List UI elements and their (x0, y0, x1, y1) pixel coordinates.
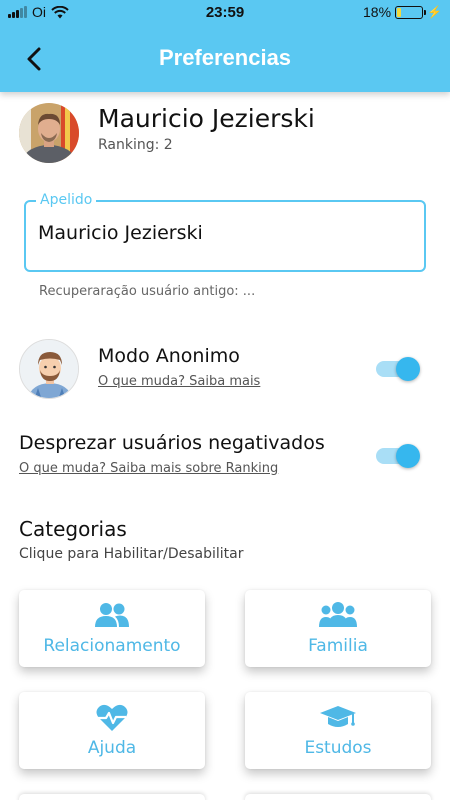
category-card-partial[interactable] (19, 794, 205, 800)
page-title: Preferencias (158, 45, 292, 70)
anonymous-avatar (19, 339, 79, 399)
profile-ranking: Ranking: 2 (98, 137, 173, 153)
nickname-input[interactable] (38, 222, 408, 244)
toggle-knob (396, 444, 420, 468)
category-label: Estudos (304, 738, 372, 758)
charging-icon: ⚡ (427, 5, 442, 19)
category-card-ajuda[interactable]: Ajuda (19, 692, 205, 769)
battery-icon (395, 5, 427, 19)
toggle-knob (396, 357, 420, 381)
category-card-estudos[interactable]: Estudos (245, 692, 431, 769)
users-icon (19, 602, 205, 628)
nickname-label: Apelido (36, 191, 97, 209)
profile-name: Mauricio Jezierski (98, 104, 315, 133)
ranking-info-link[interactable]: O que muda? Saiba mais sobre Ranking (19, 461, 278, 476)
category-card-relacionamento[interactable]: Relacionamento (19, 590, 205, 667)
heartbeat-icon (19, 704, 205, 731)
anonymous-mode-toggle[interactable] (376, 357, 420, 381)
ignore-negative-users-toggle[interactable] (376, 444, 420, 468)
category-card-partial[interactable] (245, 794, 431, 800)
category-label: Relacionamento (43, 636, 181, 656)
categories-title: Categorias (19, 517, 127, 541)
ignore-negative-users-title: Desprezar usuários negativados (19, 432, 325, 454)
battery-fill (397, 7, 402, 17)
app-header: Oi 23:59 18% ⚡ Preferencias (0, 0, 450, 92)
nickname-field[interactable]: Apelido (24, 191, 426, 272)
status-bar: Oi 23:59 18% ⚡ (0, 0, 450, 26)
categories-subtitle: Clique para Habilitar/Desabilitar (19, 546, 244, 562)
category-label: Ajuda (87, 738, 137, 758)
category-card-familia[interactable]: Familia (245, 590, 431, 667)
category-label: Familia (308, 636, 368, 656)
graduation-cap-icon (245, 704, 431, 730)
status-right: 18% ⚡ (363, 4, 442, 20)
anonymous-mode-info-link[interactable]: O que muda? Saiba mais (98, 374, 260, 389)
family-icon (245, 602, 431, 628)
anonymous-mode-title: Modo Anonimo (98, 345, 240, 367)
profile-avatar[interactable] (19, 103, 79, 163)
recover-user-link[interactable]: Recuperaração usuário antigo: ... (39, 284, 255, 299)
battery-percent: 18% (363, 4, 392, 20)
